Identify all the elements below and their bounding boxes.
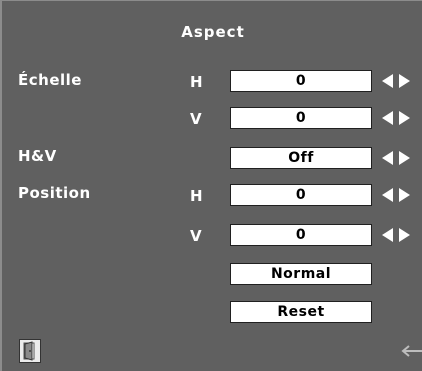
scale-v-adjust-icon[interactable] (381, 110, 411, 126)
reset-button[interactable]: Reset (230, 301, 372, 323)
position-h-adjust-icon[interactable] (381, 187, 411, 203)
hv-value-field[interactable]: Off (230, 147, 372, 169)
position-label: Position (18, 184, 91, 202)
menu-title: Aspect (181, 23, 245, 41)
position-v-value-field[interactable]: 0 (230, 224, 372, 246)
position-v-adjust-icon[interactable] (381, 227, 411, 243)
position-h-axis-label: H (190, 187, 203, 205)
hv-adjust-icon[interactable] (381, 150, 411, 166)
scale-label: Échelle (18, 71, 82, 89)
hv-label: H&V (18, 147, 57, 165)
position-v-axis-label: V (190, 227, 202, 245)
scale-h-adjust-icon[interactable] (381, 73, 411, 89)
exit-door-icon[interactable] (19, 339, 41, 363)
normal-button[interactable]: Normal (230, 263, 372, 285)
scale-v-value-field[interactable]: 0 (230, 107, 372, 129)
scale-h-value-field[interactable]: 0 (230, 70, 372, 92)
scale-h-axis-label: H (190, 73, 203, 91)
position-h-value-field[interactable]: 0 (230, 184, 372, 206)
aspect-menu: Aspect Échelle H 0 V 0 H&V Off Position … (0, 0, 422, 371)
scale-v-axis-label: V (190, 110, 202, 128)
back-arrow-icon[interactable] (398, 343, 422, 357)
